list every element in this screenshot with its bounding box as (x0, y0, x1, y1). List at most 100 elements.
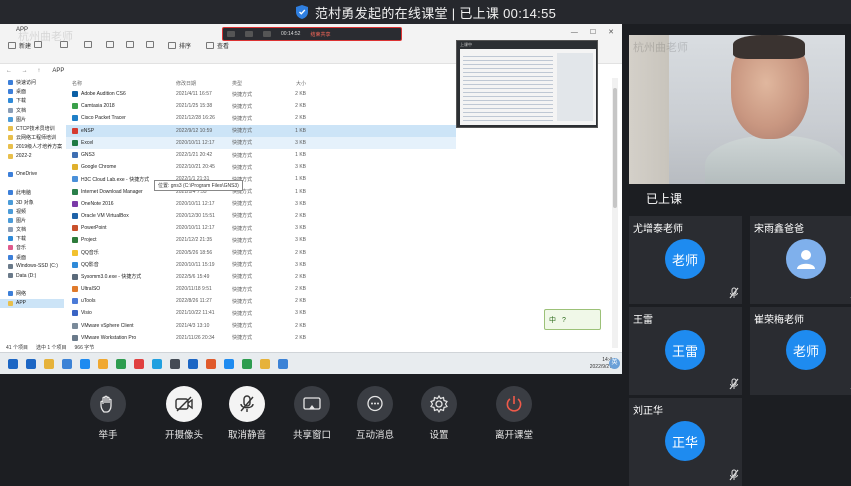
file-name[interactable]: Visio (66, 310, 176, 317)
nav-item[interactable]: 音乐 (0, 243, 64, 252)
participant-tile[interactable]: 王雷 王雷 (629, 307, 742, 395)
file-row[interactable]: QQ影音 2020/10/11 15:19 快捷方式 3 KB (66, 259, 456, 271)
file-row[interactable]: Adobe Audition CS6 2021/4/11 16:57 快捷方式 2 K… (66, 88, 456, 100)
nav-item[interactable] (0, 280, 64, 289)
meeting-control-bar[interactable]: 00:14:52 结束共享 (222, 27, 402, 41)
meeting-bar-item[interactable] (245, 31, 253, 37)
scrollbar-thumb[interactable] (613, 88, 617, 208)
ribbon-rename-button[interactable] (106, 41, 117, 48)
taskbar-app-icon[interactable] (260, 358, 270, 369)
address-path[interactable]: APP (52, 68, 64, 74)
nav-item[interactable]: 3D 对象 (0, 197, 64, 206)
header-name[interactable]: 名称 (66, 80, 176, 87)
taskbar-app-icon[interactable] (98, 358, 108, 369)
raise-hand-icon[interactable] (90, 386, 126, 422)
nav-item[interactable]: Data (D:) (0, 271, 64, 280)
ribbon-sort-button[interactable]: 排序 (168, 41, 191, 50)
mic-off-button[interactable]: 取消静音 (215, 386, 279, 441)
settings-button[interactable]: 设置 (407, 386, 471, 441)
file-row[interactable]: PowerPoint 2020/10/11 12:17 快捷方式 3 KB (66, 222, 456, 234)
nav-item[interactable]: APP (0, 298, 64, 308)
taskbar-app-icon[interactable] (26, 358, 36, 369)
file-name[interactable]: Sysomm3.0.exe - 快捷方式 (66, 273, 176, 280)
nav-item[interactable]: 图片 (0, 115, 64, 124)
nav-item[interactable]: 视频 (0, 207, 64, 216)
file-row[interactable]: VMware vSphere Client 2021/4/3 13:10 快捷方式 2… (66, 320, 456, 332)
nav-item[interactable]: 桌面 (0, 87, 64, 96)
camera-off-icon[interactable] (166, 386, 202, 422)
chat-button[interactable]: 互动消息 (343, 386, 407, 441)
share-screen-icon[interactable] (294, 386, 330, 422)
file-name[interactable]: OneNote 2016 (66, 200, 176, 207)
nav-item[interactable]: 文档 (0, 106, 64, 115)
leave-button[interactable]: 离开课堂 (482, 386, 546, 441)
nav-item[interactable]: OneDrive (0, 170, 64, 179)
file-name[interactable]: PowerPoint (66, 225, 176, 232)
file-name[interactable]: Excel (66, 139, 176, 146)
nav-item[interactable]: 云网络工程师培训 (0, 133, 64, 142)
share-screen-button[interactable]: 共享窗口 (280, 386, 344, 441)
header-size[interactable]: 大小 (280, 80, 306, 87)
header-type[interactable]: 类型 (232, 80, 280, 87)
file-row[interactable]: Excel 2020/10/11 12:17 快捷方式 3 KB (66, 136, 456, 149)
file-name[interactable]: QQ影音 (66, 261, 176, 268)
file-row[interactable]: eNSP 2022/9/12 10:59 快捷方式 1 KB (66, 124, 456, 137)
participant-tile[interactable]: 尤增泰老师 老师 (629, 216, 742, 304)
close-icon[interactable]: ✕ (608, 29, 614, 36)
meeting-bar-item[interactable] (227, 31, 235, 37)
file-row[interactable]: Camtasia 2018 2021/1/25 15:38 快捷方式 2 KB (66, 100, 456, 112)
ime-indicator[interactable]: 英 (609, 358, 620, 369)
nav-item[interactable] (0, 161, 64, 170)
nav-item[interactable]: 此电脑 (0, 188, 64, 197)
file-row[interactable]: Cisco Packet Tracer 2021/12/28 16:26 快捷方式 2… (66, 112, 456, 124)
file-name[interactable]: eNSP (66, 127, 176, 134)
nav-item[interactable]: 文档 (0, 225, 64, 234)
file-row[interactable]: Sysomm3.0.exe - 快捷方式 2022/5/6 15:49 快捷方式 2 … (66, 271, 456, 283)
nav-item[interactable]: 网络 (0, 289, 64, 298)
file-row[interactable]: uTools 2022/8/26 11:27 快捷方式 2 KB (66, 295, 456, 307)
nav-item[interactable] (0, 179, 64, 188)
taskbar-app-icon[interactable] (242, 358, 252, 369)
file-row[interactable]: Oracle VM VirtualBox 2020/12/30 15:51 快捷方式… (66, 210, 456, 222)
meeting-bar-item[interactable] (263, 31, 271, 37)
start-icon[interactable] (8, 358, 18, 369)
ribbon-delete-button[interactable] (146, 41, 157, 48)
meeting-bar-item[interactable]: 00:14:52 (281, 31, 300, 37)
nav-item[interactable]: 下载 (0, 96, 64, 105)
file-name[interactable]: uTools (66, 298, 176, 305)
file-row[interactable]: UltraISO 2020/11/18 9:51 快捷方式 2 KB (66, 283, 456, 295)
ime-badge[interactable]: 中 ? (544, 309, 601, 330)
file-row[interactable]: Internet Download Manager 2021/1/4 7:55 快捷… (66, 186, 456, 198)
header-date[interactable]: 修改日期 (176, 80, 232, 87)
file-name[interactable]: Project (66, 237, 176, 244)
file-name[interactable]: GNS3 (66, 152, 176, 159)
taskbar-app-icon[interactable] (278, 358, 288, 369)
file-name[interactable]: Oracle VM VirtualBox (66, 212, 176, 219)
file-name[interactable]: Camtasia 2018 (66, 103, 176, 110)
taskbar-app-icon[interactable] (188, 358, 198, 369)
nav-item[interactable]: 2022-2 (0, 152, 64, 161)
nav-item[interactable]: 桌面 (0, 253, 64, 262)
taskbar-app-icon[interactable] (206, 358, 216, 369)
file-row[interactable]: Google Chrome 2022/10/21 20:45 快捷方式 3 KB (66, 161, 456, 173)
mic-off-icon[interactable] (229, 386, 265, 422)
file-name[interactable]: VMware vSphere Client (66, 322, 176, 329)
ribbon-view-button[interactable]: 查看 (206, 41, 229, 50)
nav-item[interactable]: CTCP技术员培训 (0, 124, 64, 133)
settings-icon[interactable] (421, 386, 457, 422)
maximize-icon[interactable]: ☐ (590, 29, 596, 36)
taskbar-app-icon[interactable] (152, 358, 162, 369)
participant-tile[interactable]: 刘正华 正华 (629, 398, 742, 486)
window-buttons[interactable]: — ☐ ✕ (559, 28, 614, 36)
ribbon-paste-button[interactable] (84, 41, 95, 48)
nav-item[interactable]: 下载 (0, 234, 64, 243)
ribbon-new-button[interactable]: 新建 (8, 41, 31, 50)
taskbar-app-icon[interactable] (80, 358, 90, 369)
raise-hand-button[interactable]: 举手 (76, 386, 140, 441)
nav-item[interactable]: 图片 (0, 216, 64, 225)
nav-item[interactable]: Windows-SSD (C:) (0, 262, 64, 271)
minimize-icon[interactable]: — (571, 29, 578, 36)
ribbon-copy-button[interactable] (60, 41, 71, 48)
file-name[interactable]: QQ音乐 (66, 249, 176, 256)
taskbar-app-icon[interactable] (62, 358, 72, 369)
